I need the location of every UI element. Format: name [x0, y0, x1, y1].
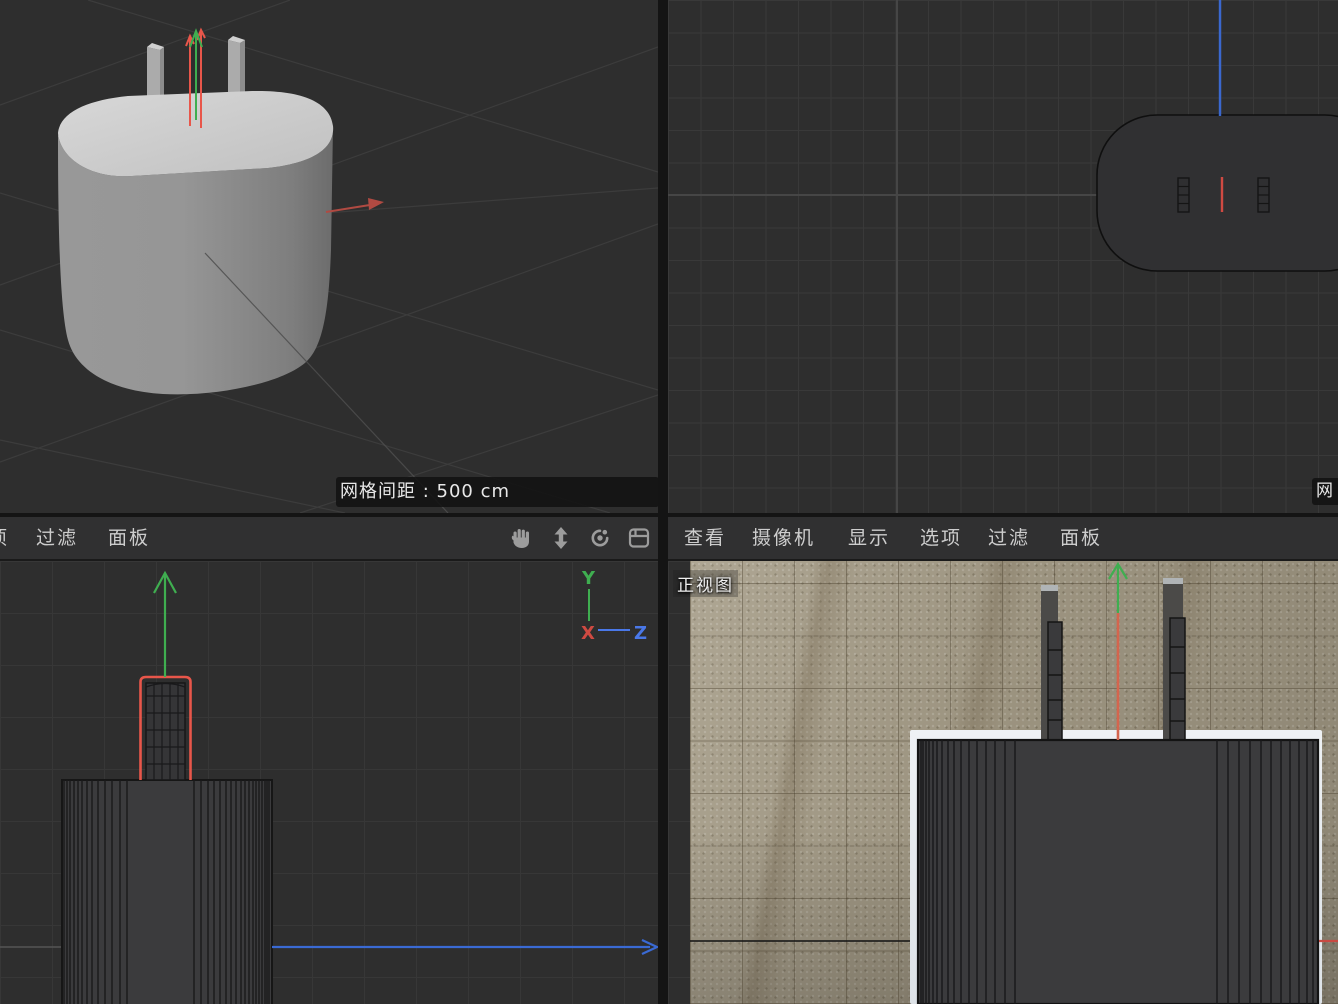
viewport-divider-vertical[interactable] [658, 0, 668, 1004]
grid-spacing-label-clipped: 网 [1312, 478, 1338, 505]
top-view-scene [668, 0, 1338, 513]
menu-item-camera[interactable]: 摄像机 [752, 517, 815, 559]
selected-prong-side[interactable] [141, 677, 191, 780]
menu-item-options[interactable]: 选项 [920, 517, 962, 559]
front-viewport-menubar: 查看 摄像机 显示 选项 过滤 面板 [668, 517, 1338, 561]
front-view-scene [668, 561, 1338, 1004]
menu-item-options-truncated[interactable]: 项 [0, 517, 9, 559]
charger-wireframe-side[interactable] [62, 780, 272, 1004]
gizmo-x-label: X [581, 623, 595, 644]
gizmo-z-label: Z [634, 623, 647, 644]
viewport-toolbar [509, 525, 652, 551]
front-viewport[interactable]: 正视图 [668, 561, 1338, 1004]
3d-app-window: 网格间距 : 500 cm 网 项 过滤 [0, 0, 1338, 1004]
side-view-scene: Y X Z [0, 561, 658, 1004]
rotate-view-icon[interactable] [587, 525, 613, 551]
x-axis-handle[interactable] [326, 198, 384, 212]
menu-item-filter[interactable]: 过滤 [36, 517, 78, 559]
perspective-viewport[interactable]: 网格间距 : 500 cm [0, 0, 658, 513]
dolly-zoom-icon[interactable] [548, 525, 574, 551]
menu-item-display[interactable]: 显示 [848, 517, 890, 559]
side-viewport-menubar: 项 过滤 面板 [0, 517, 658, 561]
z-axis-handle[interactable] [272, 940, 657, 954]
viewport-name-label: 正视图 [673, 570, 738, 597]
charger-outline-top[interactable] [1097, 115, 1338, 271]
grid-spacing-label: 网格间距 : 500 cm [336, 477, 658, 507]
pan-hand-icon[interactable] [509, 525, 535, 551]
menu-item-panel[interactable]: 面板 [108, 517, 150, 559]
y-axis-handle[interactable] [1109, 564, 1127, 613]
side-viewport[interactable]: Y X Z [0, 561, 658, 1004]
toggle-single-view-icon[interactable] [626, 525, 652, 551]
menu-item-panel[interactable]: 面板 [1060, 517, 1102, 559]
perspective-scene [0, 0, 658, 513]
gizmo-y-label: Y [581, 568, 596, 589]
charger-wireframe-front[interactable] [918, 740, 1318, 1004]
menu-item-filter[interactable]: 过滤 [988, 517, 1030, 559]
menu-item-view[interactable]: 查看 [684, 517, 726, 559]
y-axis-handle[interactable] [154, 573, 176, 677]
top-viewport[interactable]: 网 [668, 0, 1338, 513]
axis-orientation-gizmo: Y X Z [581, 568, 647, 644]
